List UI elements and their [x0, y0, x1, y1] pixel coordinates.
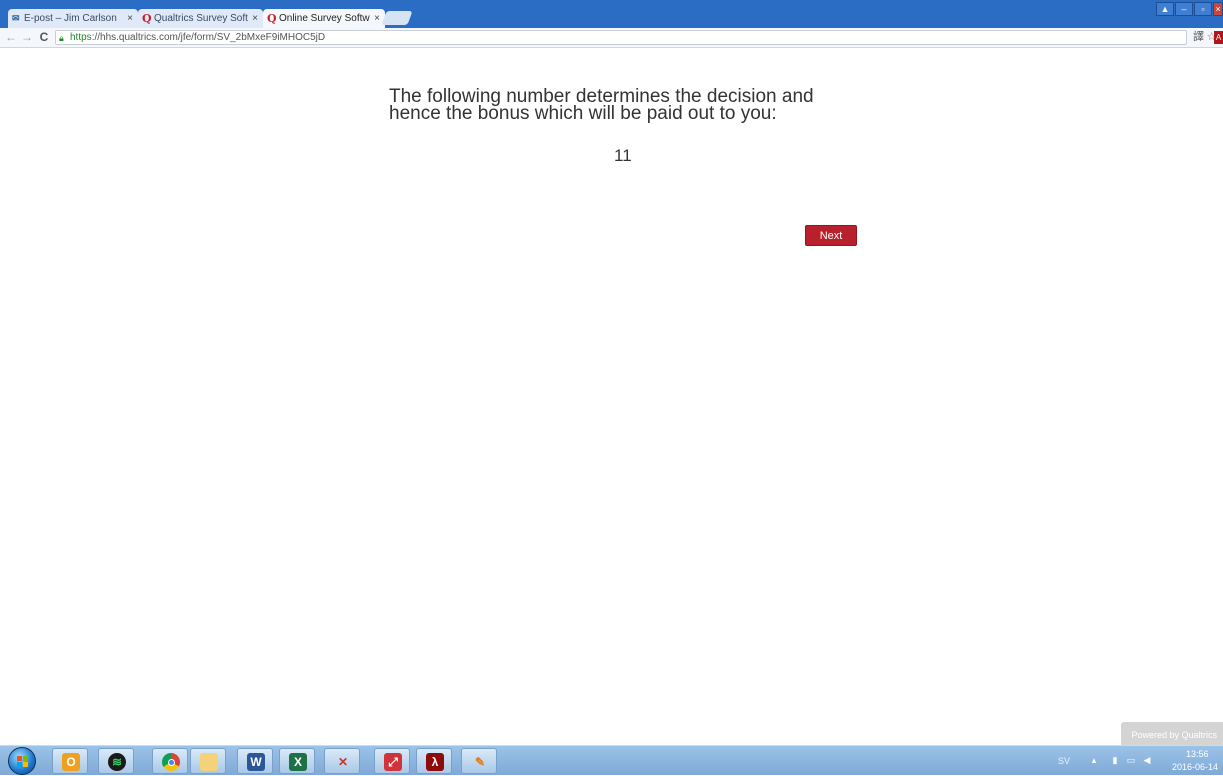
outlook-icon: O	[62, 753, 80, 771]
language-indicator[interactable]: SV	[1058, 756, 1070, 766]
forward-icon[interactable]: →	[20, 30, 34, 44]
close-window-icon[interactable]: ×	[1213, 2, 1223, 16]
translate-icon[interactable]: 譯	[1192, 31, 1205, 44]
tab-close-icon[interactable]: ×	[374, 9, 380, 28]
browser-tab-strip: ✉ E-post – Jim Carlson × Q Qualtrics Sur…	[0, 0, 1223, 28]
action-center-icon[interactable]: ▭	[1126, 755, 1136, 765]
taskbar-file-explorer[interactable]	[190, 748, 226, 774]
taskbar-excel[interactable]: X	[279, 748, 315, 774]
tab-label: E-post – Jim Carlson	[24, 13, 117, 24]
show-hidden-icons-icon[interactable]: ▴	[1089, 755, 1099, 765]
taskbar-chrome[interactable]	[152, 748, 188, 774]
minimize-icon[interactable]: –	[1175, 2, 1193, 16]
tab-close-icon[interactable]: ×	[252, 9, 258, 28]
taskbar-acrobat[interactable]: λ	[416, 748, 452, 774]
tab-email[interactable]: ✉ E-post – Jim Carlson ×	[8, 9, 138, 28]
paint-icon: ✎	[474, 755, 486, 769]
taskbar-pdf-viewer[interactable]: ⤢	[374, 748, 410, 774]
windows-flag-icon	[17, 756, 28, 767]
clock-time[interactable]: 13:56	[1186, 749, 1209, 759]
tab-close-icon[interactable]: ×	[127, 9, 133, 28]
spotify-icon: ≋	[108, 753, 126, 771]
browser-toolbar: ← → C 🔒︎ https://hhs.qualtrics.com/jfe/f…	[0, 28, 1223, 48]
word-icon: W	[247, 753, 265, 771]
taskbar-word[interactable]: W	[237, 748, 273, 774]
user-icon[interactable]: ▲	[1156, 2, 1174, 16]
url-path: ://hhs.qualtrics.com/jfe/form/SV_2bMxeF9…	[91, 32, 326, 43]
url-scheme: https	[70, 32, 92, 43]
volume-icon[interactable]: ◀	[1142, 755, 1152, 765]
qualtrics-icon: Q	[142, 12, 152, 25]
taskbar-outlook[interactable]: O	[52, 748, 88, 774]
network-icon[interactable]: ▮	[1110, 755, 1120, 765]
lock-icon: 🔒︎	[59, 33, 64, 43]
pdf-viewer-icon: ⤢	[384, 753, 402, 771]
tab-qualtrics-survey-software[interactable]: Q Qualtrics Survey Soft ×	[138, 9, 263, 28]
acrobat-extension-icon[interactable]: A	[1214, 31, 1223, 44]
taskbar-stata[interactable]: ✕	[324, 748, 360, 774]
next-button[interactable]: Next	[805, 225, 857, 246]
windows-taskbar: O ≋ W X ✕ ⤢ λ ✎ SV ▴ ▮ ▭ ◀ 13:56 2016-06…	[0, 745, 1223, 775]
new-tab-button[interactable]	[381, 11, 413, 25]
excel-icon: X	[289, 753, 307, 771]
clock-date[interactable]: 2016-06-14	[1172, 762, 1218, 772]
decision-number: 11	[614, 146, 632, 165]
tab-label: Online Survey Softw	[279, 13, 370, 24]
file-explorer-icon	[200, 753, 218, 771]
back-icon[interactable]: ←	[4, 30, 18, 44]
question-line: hence the bonus which will be paid out t…	[389, 103, 777, 124]
address-bar[interactable]: 🔒︎ https://hhs.qualtrics.com/jfe/form/SV…	[55, 30, 1187, 45]
start-button[interactable]	[8, 747, 36, 775]
stata-icon: ✕	[337, 755, 349, 769]
acrobat-icon: λ	[426, 753, 444, 771]
powered-by-qualtrics-link[interactable]: Powered by Qualtrics	[1121, 722, 1223, 745]
reload-icon[interactable]: C	[37, 30, 51, 44]
qualtrics-icon: Q	[267, 12, 277, 25]
restore-icon[interactable]: ▫	[1194, 2, 1212, 16]
chrome-icon	[162, 753, 180, 771]
tab-online-survey-software[interactable]: Q Online Survey Softw ×	[263, 9, 385, 28]
question-text: The following number determines the deci…	[389, 87, 889, 124]
mail-icon: ✉	[12, 13, 20, 23]
taskbar-spotify[interactable]: ≋	[98, 748, 134, 774]
tab-label: Qualtrics Survey Soft	[154, 13, 248, 24]
taskbar-paint[interactable]: ✎	[461, 748, 497, 774]
